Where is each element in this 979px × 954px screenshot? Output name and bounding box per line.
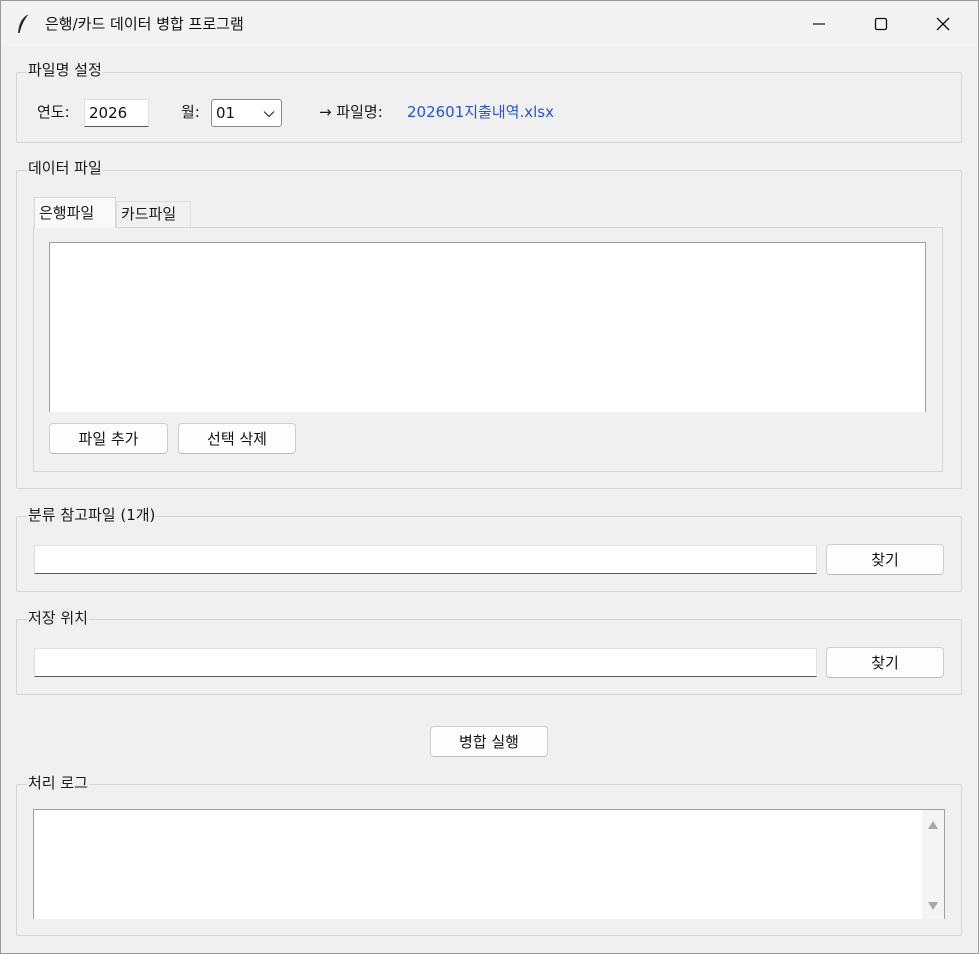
filename-arrow-label: → 파일명: [319,103,383,121]
title-bar[interactable]: 은행/카드 데이터 병합 프로그램 [1,1,978,47]
file-listbox[interactable] [49,242,926,412]
save-location-label: 저장 위치 [27,608,89,628]
chevron-down-icon [263,111,275,118]
tab-bank-files[interactable]: 은행파일 [34,197,116,228]
save-location-input[interactable] [34,648,817,677]
close-button[interactable] [912,1,974,47]
reference-file-label: 분류 참고파일 (1개) [27,505,157,525]
maximize-icon [874,17,888,31]
save-browse-button[interactable]: 찾기 [826,647,944,678]
output-filename: 202601지출내역.xlsx [407,103,554,121]
merge-run-button[interactable]: 병합 실행 [430,726,548,757]
app-window: 은행/카드 데이터 병합 프로그램 파일명 설정 연도: 2026 월: 01 … [0,0,979,954]
window-title: 은행/카드 데이터 병합 프로그램 [45,15,244,33]
log-scrollbar[interactable] [922,810,944,919]
scroll-down-icon[interactable] [927,901,939,911]
scroll-up-icon[interactable] [927,820,939,830]
minimize-icon [813,23,825,25]
reference-browse-button[interactable]: 찾기 [826,544,944,575]
month-select-value: 01 [216,104,236,122]
feather-icon [18,13,30,34]
close-icon [936,17,950,31]
month-select[interactable]: 01 [211,99,282,127]
tab-card-files[interactable]: 카드파일 [116,201,191,227]
data-files-label: 데이터 파일 [27,158,103,178]
delete-selected-button[interactable]: 선택 삭제 [178,423,296,454]
reference-file-input[interactable] [34,545,817,574]
month-label: 월: [181,103,200,121]
minimize-button[interactable] [788,1,850,47]
log-label: 처리 로그 [27,773,89,793]
year-label: 연도: [37,103,70,121]
add-file-button[interactable]: 파일 추가 [49,423,168,454]
log-textarea[interactable] [33,809,945,919]
year-input[interactable]: 2026 [84,99,149,127]
maximize-button[interactable] [850,1,912,47]
filename-settings-label: 파일명 설정 [27,60,103,80]
